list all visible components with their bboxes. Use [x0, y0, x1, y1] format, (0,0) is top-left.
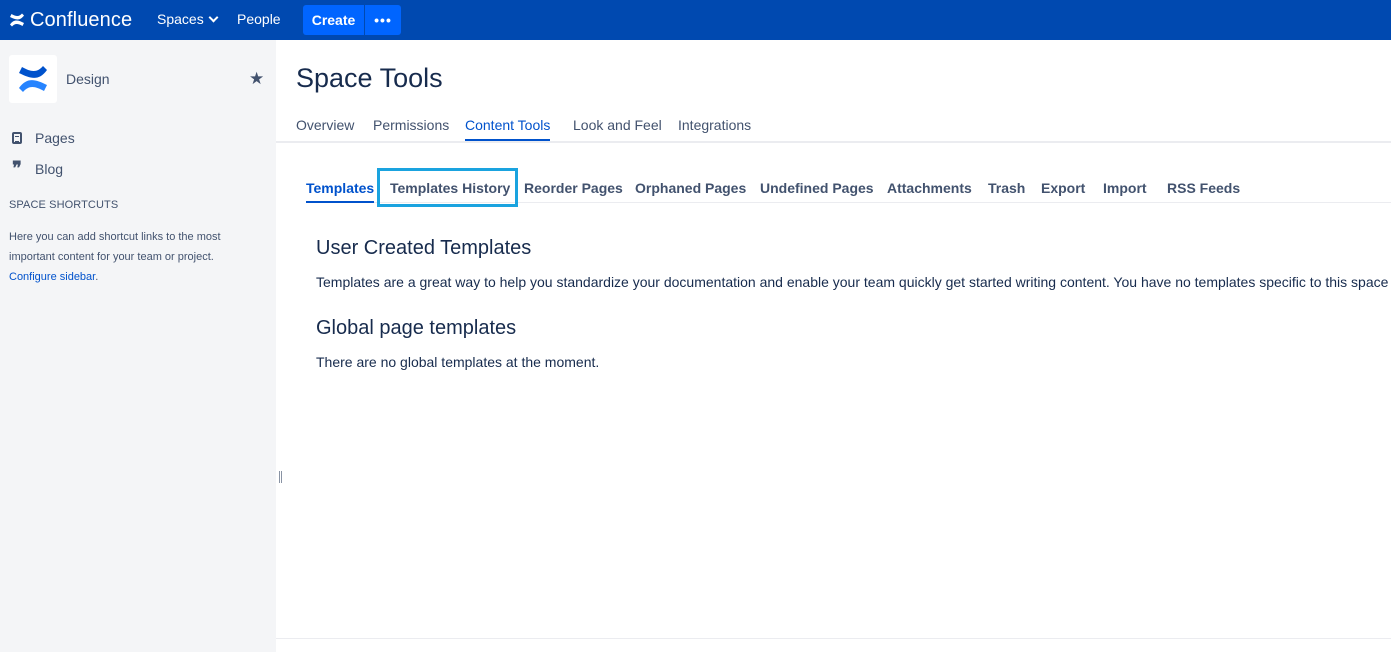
people-label: People	[237, 11, 281, 27]
shortcuts-description: Here you can add shortcut links to the m…	[9, 231, 221, 263]
user-templates-heading: User Created Templates	[316, 237, 532, 259]
more-create-options-button[interactable]: •••	[365, 5, 401, 35]
space-avatar[interactable]	[9, 55, 57, 103]
star-icon[interactable]: ★	[249, 70, 264, 88]
subtab-attachments[interactable]: Attachments	[887, 180, 972, 201]
configure-sidebar-link[interactable]: Configure sidebar	[9, 271, 95, 283]
subtab-rss-feeds[interactable]: RSS Feeds	[1167, 180, 1240, 201]
subtab-export[interactable]: Export	[1041, 180, 1085, 201]
space-name[interactable]: Design	[66, 71, 110, 87]
sidebar-item-label: Blog	[35, 161, 64, 177]
confluence-logo[interactable]: Confluence	[9, 8, 132, 32]
people-link[interactable]: People	[237, 11, 281, 27]
tab-overview[interactable]: Overview	[296, 117, 354, 139]
space-tools-tabs: Overview Permissions Content Tools Look …	[276, 112, 1391, 143]
spaces-label: Spaces	[157, 11, 204, 27]
tab-content-tools[interactable]: Content Tools	[465, 117, 551, 141]
space-shortcuts-heading: SPACE SHORTCUTS	[9, 199, 119, 211]
sidebar-item-blog[interactable]: ❞ Blog	[9, 158, 64, 179]
tab-integrations[interactable]: Integrations	[678, 117, 751, 139]
sidebar-item-label: Pages	[35, 130, 75, 146]
logo-text: Confluence	[30, 8, 133, 31]
space-sidebar: Design ★ Pages ❞ Blog SPACE SHORTCUTS He…	[0, 40, 276, 652]
tab-look-and-feel[interactable]: Look and Feel	[573, 117, 662, 139]
top-navigation-bar: Confluence Spaces People Create •••	[0, 0, 1391, 40]
confluence-logo-icon	[10, 13, 24, 27]
subtab-templates[interactable]: Templates	[306, 180, 375, 203]
highlight-box	[377, 168, 518, 207]
subtab-orphaned-pages[interactable]: Orphaned Pages	[635, 180, 746, 201]
subtab-reorder-pages[interactable]: Reorder Pages	[524, 180, 623, 201]
subtab-import[interactable]: Import	[1103, 180, 1147, 201]
page-icon	[9, 132, 25, 144]
subtab-undefined-pages[interactable]: Undefined Pages	[760, 180, 874, 201]
period-text: .	[95, 271, 99, 283]
chevron-down-icon	[208, 12, 219, 22]
sidebar-resize-handle[interactable]	[279, 471, 282, 483]
page-title: Space Tools	[296, 63, 443, 93]
subtab-trash[interactable]: Trash	[988, 180, 1025, 201]
tab-permissions[interactable]: Permissions	[373, 117, 449, 139]
space-shortcuts-text: Here you can add shortcut links to the m…	[9, 227, 259, 287]
spaces-menu[interactable]: Spaces	[157, 11, 219, 27]
user-templates-text: Templates are a great way to help you st…	[316, 274, 1389, 290]
confluence-space-icon	[19, 66, 47, 92]
sidebar-item-pages[interactable]: Pages	[9, 130, 75, 146]
create-button[interactable]: Create	[303, 5, 364, 35]
footer-divider	[276, 638, 1391, 639]
quote-icon: ❞	[12, 158, 22, 179]
global-templates-heading: Global page templates	[316, 317, 517, 339]
global-templates-text: There are no global templates at the mom…	[316, 354, 600, 370]
